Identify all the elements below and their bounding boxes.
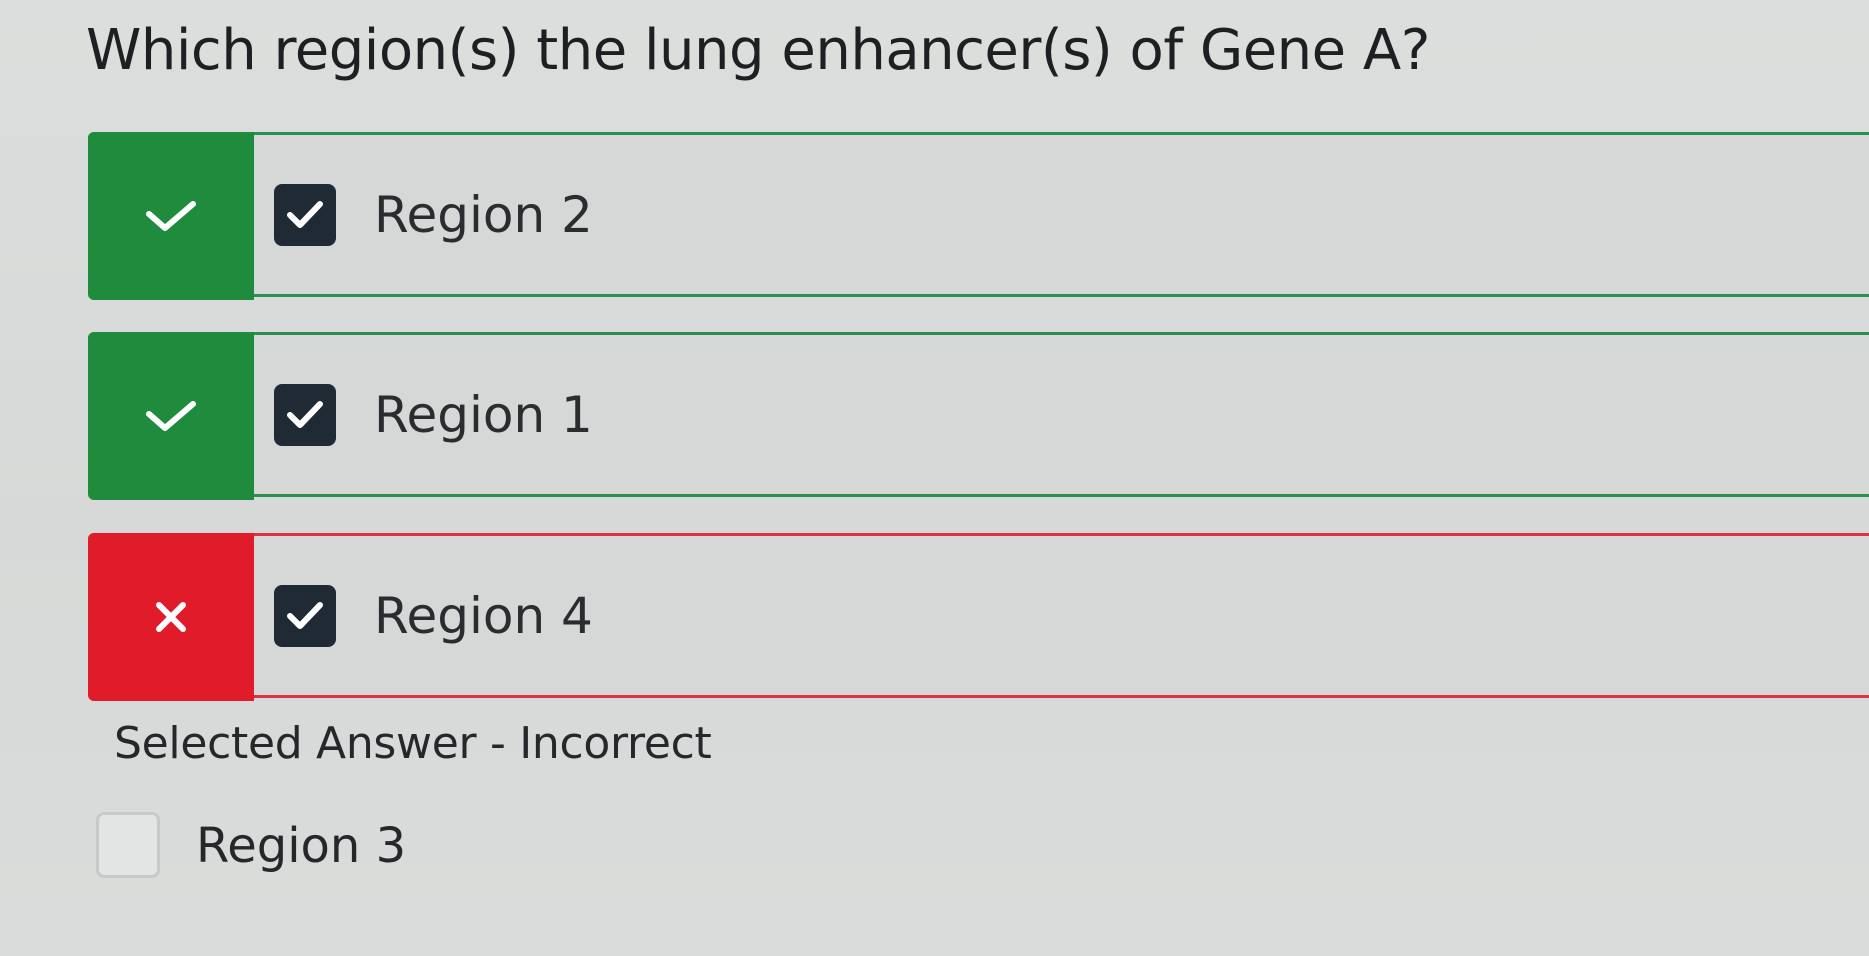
unselected-option: Region 3	[96, 812, 696, 882]
answer-checkbox[interactable]	[274, 584, 336, 647]
correct-indicator	[88, 332, 254, 500]
answer-checkbox[interactable]	[274, 183, 336, 246]
feedback-text: Selected Answer - Incorrect	[114, 718, 712, 769]
checkmark-icon	[285, 199, 325, 231]
question-text: Which region(s) the lung enhancer(s) of …	[86, 18, 1430, 83]
correct-indicator	[88, 132, 254, 300]
check-icon	[143, 196, 199, 236]
x-icon	[151, 597, 191, 637]
checkmark-icon	[285, 399, 325, 431]
answer-checkbox[interactable]	[274, 383, 336, 446]
answer-label: Region 4	[374, 586, 593, 645]
answer-label: Region 1	[374, 385, 593, 444]
answer-row: Region 4	[88, 533, 1869, 701]
answer-checkbox-empty[interactable]	[96, 812, 160, 878]
incorrect-indicator	[88, 533, 254, 701]
answer-row: Region 2	[88, 132, 1869, 300]
check-icon	[143, 396, 199, 436]
answer-row: Region 1	[88, 332, 1869, 500]
answer-label: Region 3	[196, 818, 407, 874]
checkmark-icon	[285, 600, 325, 632]
answer-label: Region 2	[374, 185, 593, 244]
